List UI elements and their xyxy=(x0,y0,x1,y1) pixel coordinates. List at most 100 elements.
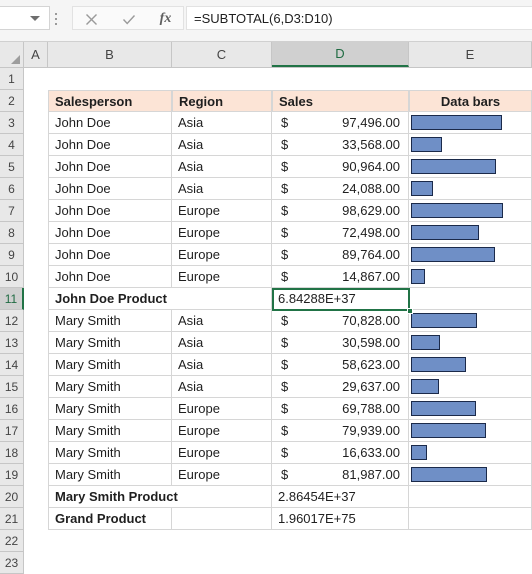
cell-subtotal-label[interactable]: John Doe Product xyxy=(48,288,272,310)
row-header-11[interactable]: 11 xyxy=(0,288,24,310)
row-header-2[interactable]: 2 xyxy=(0,90,24,112)
cell-salesperson[interactable]: Mary Smith xyxy=(48,376,172,398)
cell-subtotal-databar-blank[interactable] xyxy=(409,508,532,530)
cell-data-bar[interactable] xyxy=(409,420,532,442)
cell-data-bar[interactable] xyxy=(409,376,532,398)
row-header-12[interactable]: 12 xyxy=(0,310,24,332)
cell-region[interactable]: Europe xyxy=(172,398,272,420)
cell-sales[interactable]: $24,088.00 xyxy=(272,178,409,200)
cell-subtotal-value[interactable]: 2.86454E+37 xyxy=(272,486,409,508)
cell-region[interactable]: Asia xyxy=(172,178,272,200)
cell-region[interactable]: Asia xyxy=(172,332,272,354)
cell-salesperson[interactable]: Mary Smith xyxy=(48,332,172,354)
column-header-c[interactable]: C xyxy=(172,42,272,67)
cell-sales[interactable]: $79,939.00 xyxy=(272,420,409,442)
row-header-13[interactable]: 13 xyxy=(0,332,24,354)
cell-salesperson[interactable]: John Doe xyxy=(48,200,172,222)
formula-input[interactable]: =SUBTOTAL(6,D3:D10) xyxy=(186,6,532,30)
row-header-15[interactable]: 15 xyxy=(0,376,24,398)
row-header-17[interactable]: 17 xyxy=(0,420,24,442)
cell-sales[interactable]: $69,788.00 xyxy=(272,398,409,420)
cell-sales[interactable]: $29,637.00 xyxy=(272,376,409,398)
cell-region[interactable]: Europe xyxy=(172,244,272,266)
cell-salesperson[interactable]: Mary Smith xyxy=(48,464,172,486)
cell-data-bar[interactable] xyxy=(409,112,532,134)
cell-region[interactable]: Asia xyxy=(172,354,272,376)
cell-region[interactable]: Asia xyxy=(172,112,272,134)
cell-salesperson[interactable]: John Doe xyxy=(48,134,172,156)
cell-subtotal-databar-blank[interactable] xyxy=(409,486,532,508)
row-header-18[interactable]: 18 xyxy=(0,442,24,464)
cell-sales[interactable]: $89,764.00 xyxy=(272,244,409,266)
cell-data-bar[interactable] xyxy=(409,354,532,376)
cell-region[interactable]: Asia xyxy=(172,310,272,332)
cell-salesperson[interactable]: Mary Smith xyxy=(48,310,172,332)
cell-subtotal-value[interactable]: 6.84288E+37 xyxy=(272,288,409,310)
cell-data-bar[interactable] xyxy=(409,178,532,200)
cell-data-bar[interactable] xyxy=(409,266,532,288)
cell-sales[interactable]: $72,498.00 xyxy=(272,222,409,244)
row-header-7[interactable]: 7 xyxy=(0,200,24,222)
row-header-10[interactable]: 10 xyxy=(0,266,24,288)
chevron-down-icon[interactable] xyxy=(30,16,40,21)
cell-salesperson[interactable]: Mary Smith xyxy=(48,354,172,376)
row-header-21[interactable]: 21 xyxy=(0,508,24,530)
cell-data-bar[interactable] xyxy=(409,222,532,244)
table-header-salesperson[interactable]: Salesperson xyxy=(48,90,172,112)
cell-region[interactable]: Europe xyxy=(172,442,272,464)
cell-salesperson[interactable]: John Doe xyxy=(48,112,172,134)
table-header-sales[interactable]: Sales xyxy=(272,90,409,112)
cell-region[interactable]: Europe xyxy=(172,200,272,222)
cell-subtotal-label[interactable]: Mary Smith Product xyxy=(48,486,272,508)
row-header-6[interactable]: 6 xyxy=(0,178,24,200)
column-header-e[interactable]: E xyxy=(409,42,532,67)
cell-sales[interactable]: $81,987.00 xyxy=(272,464,409,486)
cell-data-bar[interactable] xyxy=(409,310,532,332)
cell-region[interactable]: Europe xyxy=(172,464,272,486)
cell-salesperson[interactable]: Mary Smith xyxy=(48,398,172,420)
cell-salesperson[interactable]: Mary Smith xyxy=(48,442,172,464)
cell-salesperson[interactable]: John Doe xyxy=(48,156,172,178)
cell-sales[interactable]: $97,496.00 xyxy=(272,112,409,134)
select-all-corner[interactable] xyxy=(0,42,24,67)
cell-sales[interactable]: $98,629.00 xyxy=(272,200,409,222)
row-header-19[interactable]: 19 xyxy=(0,464,24,486)
table-header-data-bars[interactable]: Data bars xyxy=(409,90,532,112)
column-header-a[interactable]: A xyxy=(24,42,48,67)
name-box[interactable] xyxy=(0,6,50,30)
row-header-8[interactable]: 8 xyxy=(0,222,24,244)
cell-subtotal-databar-blank[interactable] xyxy=(409,288,532,310)
column-header-b[interactable]: B xyxy=(48,42,172,67)
fx-icon[interactable]: fx xyxy=(147,7,184,31)
cell-region[interactable]: Asia xyxy=(172,134,272,156)
more-options-icon[interactable] xyxy=(55,13,59,29)
cell-region[interactable]: Europe xyxy=(172,222,272,244)
cell-data-bar[interactable] xyxy=(409,134,532,156)
row-header-16[interactable]: 16 xyxy=(0,398,24,420)
check-icon[interactable] xyxy=(110,7,147,31)
cell-salesperson[interactable]: John Doe xyxy=(48,244,172,266)
row-header-20[interactable]: 20 xyxy=(0,486,24,508)
cell-subtotal-value[interactable]: 1.96017E+75 xyxy=(272,508,409,530)
cell-subtotal-blank[interactable] xyxy=(172,508,272,530)
cell-data-bar[interactable] xyxy=(409,200,532,222)
fill-handle[interactable] xyxy=(407,308,413,314)
cell-data-bar[interactable] xyxy=(409,464,532,486)
cell-salesperson[interactable]: John Doe xyxy=(48,266,172,288)
row-header-9[interactable]: 9 xyxy=(0,244,24,266)
cell-data-bar[interactable] xyxy=(409,398,532,420)
cell-region[interactable]: Europe xyxy=(172,266,272,288)
cell-subtotal-label[interactable]: Grand Product xyxy=(48,508,172,530)
cell-salesperson[interactable]: John Doe xyxy=(48,222,172,244)
cell-data-bar[interactable] xyxy=(409,442,532,464)
cell-sales[interactable]: $14,867.00 xyxy=(272,266,409,288)
table-header-region[interactable]: Region xyxy=(172,90,272,112)
cell-sales[interactable]: $16,633.00 xyxy=(272,442,409,464)
cell-region[interactable]: Asia xyxy=(172,376,272,398)
cell-data-bar[interactable] xyxy=(409,156,532,178)
row-header-22[interactable]: 22 xyxy=(0,530,24,552)
cell-region[interactable]: Asia xyxy=(172,156,272,178)
row-header-3[interactable]: 3 xyxy=(0,112,24,134)
cell-data-bar[interactable] xyxy=(409,332,532,354)
close-icon[interactable] xyxy=(73,7,110,31)
